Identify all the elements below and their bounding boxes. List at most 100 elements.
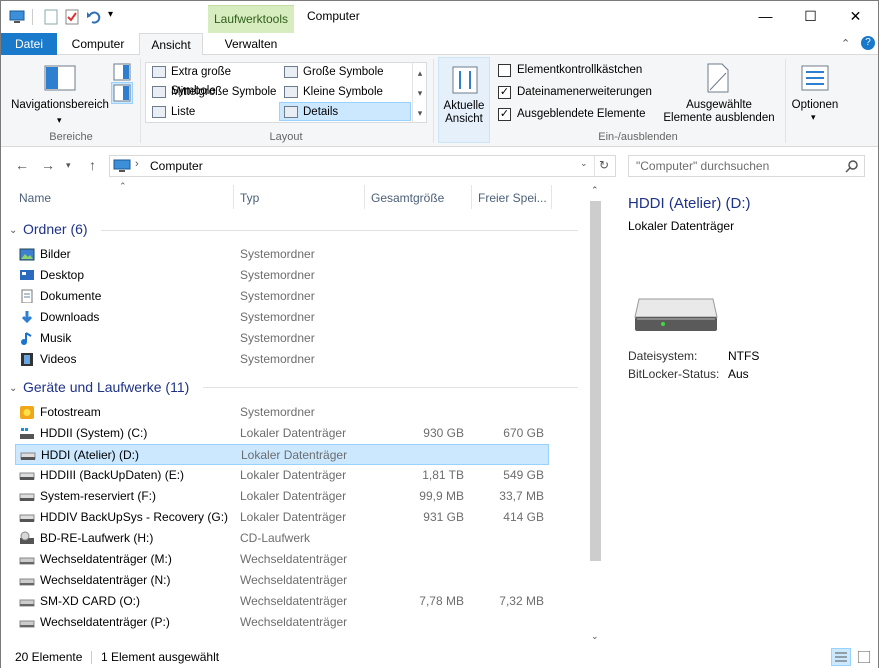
item-type: Wechseldatenträger bbox=[240, 573, 348, 587]
list-item[interactable]: Wechseldatenträger (M:) Wechseldatenträge… bbox=[15, 549, 549, 570]
hide-selected-label-1[interactable]: Ausgewählte bbox=[669, 99, 769, 112]
item-name: Wechseldatenträger (M:) bbox=[40, 552, 172, 566]
column-divider[interactable] bbox=[233, 185, 234, 209]
item-type: Wechseldatenträger bbox=[240, 552, 348, 566]
up-arrow-icon[interactable]: ↑ bbox=[89, 157, 96, 173]
vertical-scrollbar[interactable]: ⌃ ⌄ bbox=[587, 185, 604, 647]
list-item[interactable]: HDDI (Atelier) (D:) Lokaler Datenträger bbox=[15, 444, 549, 465]
navigation-pane-label[interactable]: Navigationsbereich bbox=[9, 99, 111, 112]
search-icon[interactable] bbox=[845, 159, 859, 173]
details-view-icon bbox=[835, 652, 847, 662]
group-heading-drives[interactable]: Geräte und Laufwerke (11) bbox=[23, 377, 189, 397]
details-view-toggle[interactable] bbox=[831, 648, 851, 666]
column-divider[interactable] bbox=[471, 185, 472, 209]
list-item[interactable]: HDDII (System) (C:) Lokaler Datenträger 93… bbox=[15, 423, 549, 444]
customize-qat-icon[interactable]: ▾ bbox=[108, 9, 113, 20]
collapse-ribbon-icon[interactable]: ⌃ bbox=[841, 37, 850, 50]
small-icons-icon bbox=[284, 86, 298, 98]
column-header-total-size[interactable]: Gesamtgröße bbox=[371, 187, 444, 209]
item-free-space: 33,7 MB bbox=[499, 489, 544, 503]
search-input[interactable]: "Computer" durchsuchen bbox=[628, 155, 865, 177]
context-tab-laufwerktools[interactable]: Laufwerktools bbox=[208, 5, 294, 33]
forward-arrow-icon[interactable]: → bbox=[41, 157, 55, 173]
group-divider bbox=[203, 387, 578, 388]
list-item[interactable]: Fotostream Systemordner bbox=[15, 402, 549, 423]
layout-item-label: Kleine Symbole bbox=[303, 86, 383, 98]
system-drive-icon bbox=[20, 428, 34, 439]
list-item[interactable]: Downloads Systemordner bbox=[15, 307, 549, 328]
breadcrumb-computer[interactable]: Computer bbox=[150, 159, 203, 173]
list-item[interactable]: Bilder Systemordner bbox=[15, 244, 549, 265]
scrollbar-thumb[interactable] bbox=[590, 201, 601, 561]
column-header-type[interactable]: Typ bbox=[240, 187, 259, 209]
group-collapse-icon[interactable]: ⌄ bbox=[9, 225, 17, 236]
layout-large-icons[interactable]: Große Symbole bbox=[280, 63, 410, 82]
options-icon[interactable] bbox=[801, 65, 829, 91]
item-total-size: 99,9 MB bbox=[419, 489, 464, 503]
current-view-button[interactable]: Aktuelle Ansicht bbox=[438, 57, 490, 143]
list-item[interactable]: Videos Systemordner bbox=[15, 349, 549, 370]
column-header-name[interactable]: Name bbox=[19, 187, 51, 209]
hidden-items-checkbox[interactable]: ✓ bbox=[498, 108, 511, 121]
qat-divider bbox=[32, 9, 33, 25]
filesystem-value: NTFS bbox=[728, 349, 760, 363]
item-name: Musik bbox=[40, 331, 72, 345]
computer-icon[interactable] bbox=[9, 9, 25, 25]
list-item[interactable]: Dokumente Systemordner bbox=[15, 286, 549, 307]
list-item[interactable]: Wechseldatenträger (P:) Wechseldatenträge… bbox=[15, 612, 549, 633]
layout-small-icons[interactable]: Kleine Symbole bbox=[280, 83, 410, 102]
hide-selected-label-2[interactable]: Elemente ausblenden bbox=[659, 112, 779, 125]
column-divider[interactable] bbox=[364, 185, 365, 209]
ribbon: Navigationsbereich ▾ Bereiche Extra groß… bbox=[1, 55, 878, 147]
recent-locations-icon[interactable]: ▾ bbox=[66, 160, 71, 171]
list-item[interactable]: SM-XD CARD (O:) Wechseldatenträger 7,78 MB… bbox=[15, 591, 549, 612]
item-name: Wechseldatenträger (N:) bbox=[40, 573, 171, 587]
options-dropdown-icon[interactable]: ▾ bbox=[811, 112, 816, 123]
close-button[interactable]: ✕ bbox=[833, 1, 878, 31]
address-dropdown-icon[interactable]: ⌄ bbox=[580, 158, 588, 169]
undo-icon[interactable] bbox=[86, 9, 102, 25]
scroll-down-icon[interactable]: ⌄ bbox=[591, 631, 599, 642]
column-header-free-space[interactable]: Freier Spei... bbox=[478, 187, 547, 209]
checkmark-doc-icon[interactable] bbox=[64, 9, 80, 25]
tab-verwalten[interactable]: Verwalten bbox=[211, 33, 291, 55]
list-item[interactable]: Wechseldatenträger (N:) Wechseldatenträge… bbox=[15, 570, 549, 591]
navigation-pane-icon[interactable] bbox=[44, 65, 76, 91]
group-collapse-icon[interactable]: ⌄ bbox=[9, 383, 17, 394]
properties-icon[interactable] bbox=[43, 9, 59, 25]
layout-extra-large-icons[interactable]: Extra große Symbole bbox=[148, 63, 278, 97]
maximize-button[interactable]: ☐ bbox=[788, 1, 833, 31]
layout-medium-icons[interactable]: Mittelgroße Symbole bbox=[148, 83, 278, 102]
details-pane-button[interactable] bbox=[111, 82, 133, 104]
tab-datei[interactable]: Datei bbox=[1, 33, 57, 55]
column-divider[interactable] bbox=[551, 185, 552, 209]
group-heading-folders[interactable]: Ordner (6) bbox=[23, 219, 88, 239]
list-item[interactable]: HDDIII (BackUpDaten) (E:) Lokaler Datentr… bbox=[15, 465, 549, 486]
help-icon[interactable]: ? bbox=[861, 36, 875, 50]
preview-pane-icon[interactable] bbox=[113, 63, 131, 81]
layout-details[interactable]: Details bbox=[279, 102, 411, 121]
minimize-button[interactable]: — bbox=[743, 1, 788, 31]
layout-list[interactable]: Liste bbox=[148, 103, 278, 122]
options-label[interactable]: Optionen bbox=[788, 99, 842, 112]
list-item[interactable]: BD-RE-Laufwerk (H:) CD-Laufwerk bbox=[15, 528, 549, 549]
item-checkboxes-checkbox[interactable] bbox=[498, 64, 511, 77]
large-icons-view-toggle[interactable] bbox=[855, 648, 875, 666]
refresh-icon[interactable]: ↻ bbox=[599, 158, 609, 172]
back-arrow-icon[interactable]: ← bbox=[15, 157, 29, 173]
nav-pane-dropdown-icon[interactable]: ▾ bbox=[57, 115, 62, 126]
list-item[interactable]: System-reserviert (F:) Lokaler Datenträge… bbox=[15, 486, 549, 507]
file-extensions-checkbox[interactable]: ✓ bbox=[498, 86, 511, 99]
item-checkboxes-label: Elementkontrollkästchen bbox=[517, 64, 643, 76]
item-name: Bilder bbox=[40, 247, 71, 261]
list-item[interactable]: HDDIV BackUpSys - Recovery (G:) Lokaler D… bbox=[15, 507, 549, 528]
tab-ansicht[interactable]: Ansicht bbox=[139, 33, 203, 56]
layout-item-label: Liste bbox=[171, 106, 196, 118]
address-bar[interactable]: › Computer ⌄ ↻ bbox=[109, 155, 616, 177]
list-item[interactable]: Musik Systemordner bbox=[15, 328, 549, 349]
tab-computer[interactable]: Computer bbox=[63, 33, 133, 55]
hide-selected-icon[interactable] bbox=[705, 63, 731, 93]
layout-gallery-scroll[interactable]: ▴ ▾ ▾ bbox=[412, 63, 427, 123]
scroll-up-icon[interactable]: ⌃ bbox=[591, 185, 599, 196]
list-item[interactable]: Desktop Systemordner bbox=[15, 265, 549, 286]
